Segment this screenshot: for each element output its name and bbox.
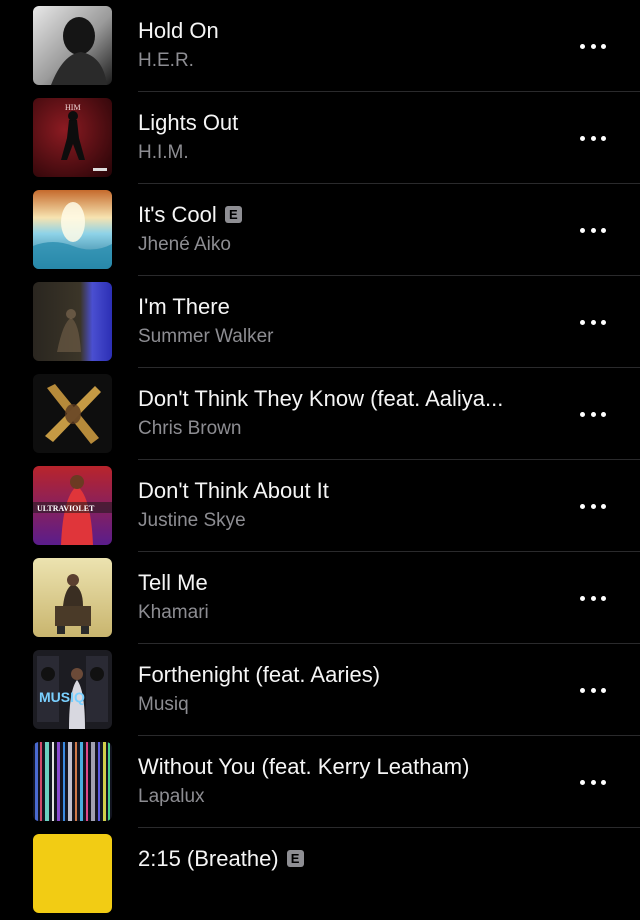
song-row[interactable]: Don't Think They Know (feat. Aaliya... C… xyxy=(0,368,640,460)
song-artist: Summer Walker xyxy=(138,326,274,347)
song-artist: Musiq xyxy=(138,694,189,715)
album-artwork xyxy=(33,742,112,821)
album-artwork: HIM xyxy=(33,98,112,177)
song-row[interactable]: 2:15 (Breathe) E xyxy=(0,828,640,920)
ellipsis-icon[interactable] xyxy=(578,406,608,422)
song-artist: Khamari xyxy=(138,602,209,623)
song-title-text: Hold On xyxy=(138,18,219,43)
song-row[interactable]: I'm There Summer Walker xyxy=(0,276,640,368)
album-artwork xyxy=(33,190,112,269)
song-list: Hold On H.E.R. HIM Lights Out H.I.M. It'… xyxy=(0,0,640,920)
song-title-text: Without You (feat. Kerry Leatham) xyxy=(138,754,470,779)
song-title: Hold On xyxy=(138,17,558,45)
song-title: It's Cool E xyxy=(138,201,558,229)
song-row[interactable]: Without You (feat. Kerry Leatham) Lapalu… xyxy=(0,736,640,828)
song-row[interactable]: MUSIQ Forthenight (feat. Aaries) Musiq xyxy=(0,644,640,736)
song-artist: Lapalux xyxy=(138,786,205,807)
album-artwork xyxy=(33,6,112,85)
album-artwork: ULTRAVIOLET xyxy=(33,466,112,545)
song-row[interactable]: ULTRAVIOLET Don't Think About It Justine… xyxy=(0,460,640,552)
ellipsis-icon[interactable] xyxy=(578,498,608,514)
song-title: Don't Think About It xyxy=(138,477,558,505)
song-title-text: I'm There xyxy=(138,294,230,319)
song-title: 2:15 (Breathe) E xyxy=(138,845,558,873)
album-artwork xyxy=(33,834,112,913)
song-title-text: Forthenight (feat. Aaries) xyxy=(138,662,381,687)
song-title: Lights Out xyxy=(138,109,558,137)
album-artwork xyxy=(33,558,112,637)
explicit-badge: E xyxy=(224,206,242,223)
ellipsis-icon[interactable] xyxy=(578,314,608,330)
song-row[interactable]: Tell Me Khamari xyxy=(0,552,640,644)
album-artwork: MUSIQ xyxy=(33,650,112,729)
song-artist: Chris Brown xyxy=(138,418,242,439)
song-title-text: Lights Out xyxy=(138,110,239,135)
song-artist: Justine Skye xyxy=(138,510,246,531)
ellipsis-icon[interactable] xyxy=(578,774,608,790)
song-title: Without You (feat. Kerry Leatham) xyxy=(138,753,558,781)
song-title-text: It's Cool xyxy=(138,202,217,227)
song-row[interactable]: It's Cool E Jhené Aiko xyxy=(0,184,640,276)
album-art-text: MUSIQ xyxy=(39,689,85,705)
album-artwork xyxy=(33,282,112,361)
ellipsis-icon[interactable] xyxy=(578,38,608,54)
song-artist: H.I.M. xyxy=(138,142,189,163)
song-title-text: Don't Think About It xyxy=(138,478,329,503)
song-artist: Jhené Aiko xyxy=(138,234,231,255)
song-artist: H.E.R. xyxy=(138,50,194,71)
ellipsis-icon[interactable] xyxy=(578,590,608,606)
song-title: Don't Think They Know (feat. Aaliya... xyxy=(138,385,558,413)
ellipsis-icon[interactable] xyxy=(578,222,608,238)
song-title-text: 2:15 (Breathe) xyxy=(138,846,279,871)
song-row[interactable]: Hold On H.E.R. xyxy=(0,0,640,92)
song-row[interactable]: HIM Lights Out H.I.M. xyxy=(0,92,640,184)
song-title-text: Don't Think They Know (feat. Aaliya... xyxy=(138,386,504,411)
ellipsis-icon[interactable] xyxy=(578,682,608,698)
ellipsis-icon[interactable] xyxy=(578,130,608,146)
song-title: Forthenight (feat. Aaries) xyxy=(138,661,558,689)
album-artwork xyxy=(33,374,112,453)
explicit-badge: E xyxy=(286,850,304,867)
album-art-text: HIM xyxy=(65,103,81,112)
song-title-text: Tell Me xyxy=(138,570,208,595)
song-title: Tell Me xyxy=(138,569,558,597)
album-art-text: ULTRAVIOLET xyxy=(37,504,95,513)
song-title: I'm There xyxy=(138,293,558,321)
